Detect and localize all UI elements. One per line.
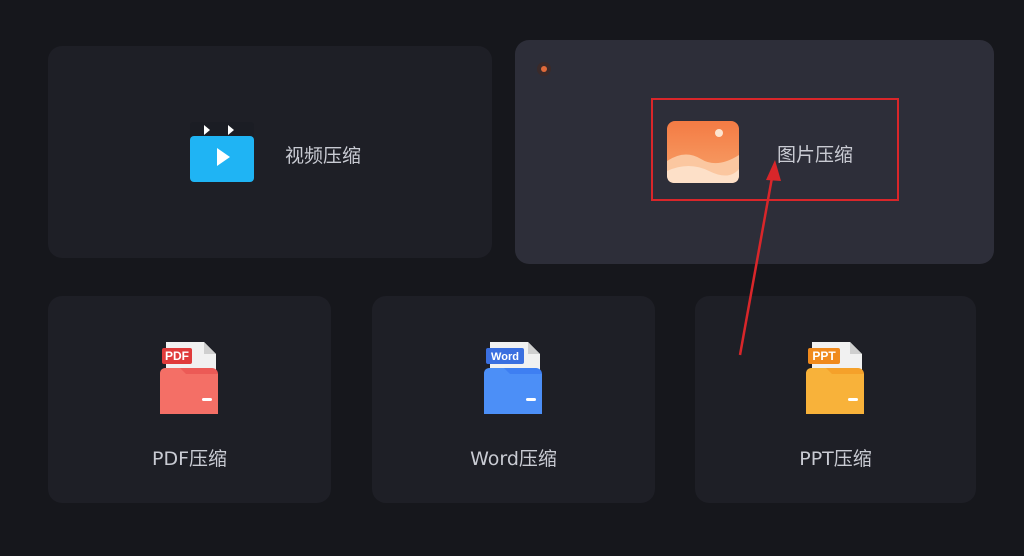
image-compress-card[interactable]: 图片压缩	[515, 40, 994, 264]
image-compress-label: 图片压缩	[777, 144, 854, 166]
svg-text:PDF: PDF	[165, 349, 189, 363]
status-dot-icon	[537, 62, 551, 76]
word-folder-icon: Word	[484, 342, 542, 414]
ppt-compress-card[interactable]: PPT PPT压缩	[695, 296, 976, 503]
image-icon	[667, 121, 739, 183]
pdf-compress-label: PDF压缩	[151, 448, 228, 470]
word-compress-card[interactable]: Word Word压缩	[372, 296, 655, 503]
ppt-compress-label: PPT压缩	[799, 448, 872, 470]
svg-text:PPT: PPT	[812, 349, 836, 363]
word-compress-label: Word压缩	[470, 448, 557, 470]
pdf-compress-card[interactable]: PDF PDF压缩	[48, 296, 331, 503]
svg-text:Word: Word	[491, 351, 519, 363]
ppt-folder-icon: PPT	[806, 342, 864, 414]
video-compress-card[interactable]: 视频压缩	[48, 46, 492, 258]
pdf-folder-icon: PDF	[160, 342, 218, 414]
video-compress-label: 视频压缩	[285, 145, 362, 167]
video-clapper-icon	[190, 122, 254, 182]
